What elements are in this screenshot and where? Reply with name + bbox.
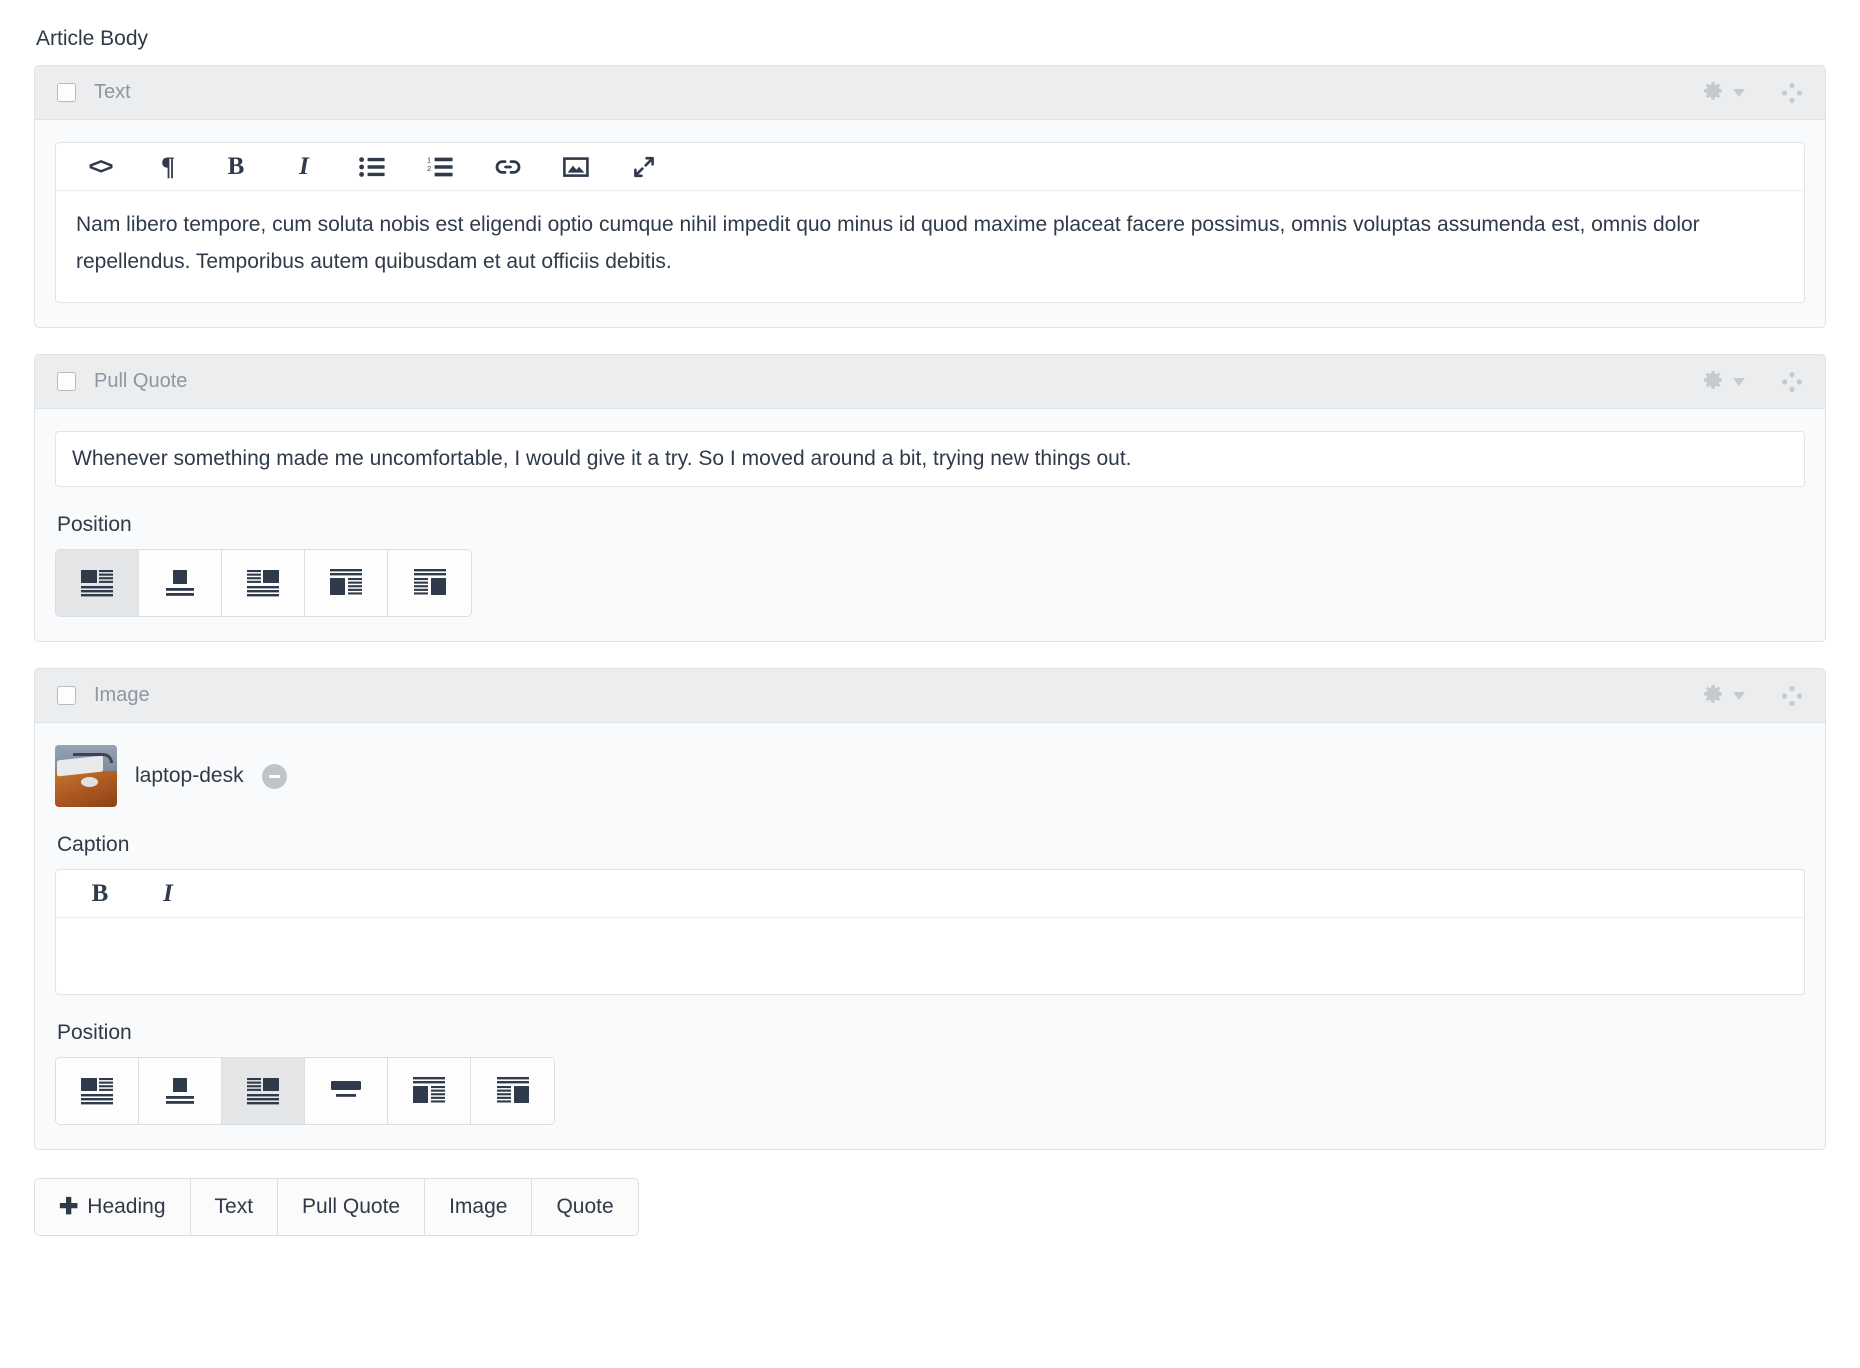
link-icon[interactable]	[474, 144, 542, 190]
block-pull-quote: Pull Quote Whenever something made me un…	[34, 354, 1826, 643]
gear-icon	[1700, 369, 1726, 395]
article-body-editor: Article Body Text <> ¶ B I 1 2 Nam liber…	[0, 0, 1860, 1237]
chevron-down-icon	[1733, 377, 1745, 386]
position-left-top-button[interactable]	[56, 1058, 139, 1125]
add-block-toolbar: ✚ Heading Text Pull Quote Image Quote	[34, 1178, 639, 1237]
chevron-down-icon	[1733, 88, 1745, 97]
rich-text-toolbar: <> ¶ B I 1 2	[56, 143, 1804, 192]
position-right-top-button[interactable]	[222, 1058, 305, 1125]
caption-label: Caption	[57, 833, 130, 857]
bold-icon[interactable]: B	[202, 144, 270, 190]
pull-quote-input[interactable]	[55, 431, 1805, 488]
position-left-top-button[interactable]	[56, 550, 139, 617]
expand-arrows-icon[interactable]	[610, 144, 678, 190]
page-title: Article Body	[36, 27, 149, 50]
block-title-label: Image	[94, 684, 150, 707]
position-label: Position	[57, 513, 132, 537]
drag-handle-icon[interactable]	[1779, 683, 1805, 709]
block-header-tools	[1700, 369, 1805, 395]
bullet-list-icon[interactable]	[338, 144, 406, 190]
block-header-pull-quote: Pull Quote	[35, 355, 1825, 410]
selected-image-row: laptop-desk	[55, 745, 1805, 808]
position-label: Position	[57, 1021, 132, 1045]
plus-icon: ✚	[59, 1192, 79, 1219]
block-select-checkbox[interactable]	[57, 372, 76, 392]
rich-text-editor: <> ¶ B I 1 2 Nam libero tempore, cum sol…	[55, 142, 1805, 304]
position-wrap-left-button[interactable]	[388, 1058, 471, 1125]
block-body-image: laptop-desk Caption B I Position	[35, 723, 1825, 1149]
italic-icon[interactable]: I	[270, 144, 338, 190]
block-header-image: Image	[35, 669, 1825, 724]
position-center-top-button[interactable]	[139, 550, 222, 617]
caption-editor: B I	[55, 869, 1805, 996]
chevron-down-icon	[1733, 691, 1745, 700]
rich-text-content[interactable]: Nam libero tempore, cum soluta nobis est…	[56, 191, 1804, 302]
svg-text:2: 2	[427, 164, 431, 173]
block-select-checkbox[interactable]	[57, 686, 76, 706]
caption-toolbar: B I	[56, 870, 1804, 919]
pull-quote-position-group	[55, 549, 472, 618]
add-text-button[interactable]: Text	[190, 1179, 279, 1236]
add-image-button[interactable]: Image	[425, 1179, 533, 1236]
position-full-width-button[interactable]	[305, 1058, 388, 1125]
position-wrap-left-button[interactable]	[305, 550, 388, 617]
numbered-list-icon[interactable]: 1 2	[406, 144, 474, 190]
position-right-top-button[interactable]	[222, 550, 305, 617]
block-select-checkbox[interactable]	[57, 83, 76, 103]
block-settings-button[interactable]	[1700, 369, 1745, 395]
block-title-label: Pull Quote	[94, 370, 188, 393]
add-heading-button[interactable]: ✚ Heading	[35, 1179, 191, 1236]
block-body-text: <> ¶ B I 1 2 Nam libero tempore, cum sol…	[35, 120, 1825, 327]
block-settings-button[interactable]	[1700, 683, 1745, 709]
image-position-group	[55, 1057, 555, 1126]
image-thumbnail[interactable]	[55, 745, 117, 808]
remove-image-icon[interactable]	[261, 763, 287, 789]
italic-icon[interactable]: I	[134, 871, 202, 917]
caption-content[interactable]	[56, 918, 1804, 994]
add-pull-quote-button[interactable]: Pull Quote	[278, 1179, 426, 1236]
position-wrap-right-button[interactable]	[388, 550, 471, 617]
block-header-tools	[1700, 683, 1805, 709]
gear-icon	[1700, 683, 1726, 709]
add-quote-button[interactable]: Quote	[532, 1179, 638, 1236]
gear-icon	[1700, 80, 1726, 106]
drag-handle-icon[interactable]	[1779, 80, 1805, 106]
paragraph-icon[interactable]: ¶	[134, 144, 202, 190]
code-icon[interactable]: <>	[66, 144, 134, 190]
add-heading-label: Heading	[87, 1195, 166, 1219]
position-wrap-right-button[interactable]	[471, 1058, 554, 1125]
position-center-top-button[interactable]	[139, 1058, 222, 1125]
block-text: Text <> ¶ B I 1 2 Nam libero tempore, cu…	[34, 65, 1826, 329]
block-header-tools	[1700, 80, 1805, 106]
block-header-text: Text	[35, 66, 1825, 121]
bold-icon[interactable]: B	[66, 871, 134, 917]
block-title-label: Text	[94, 81, 131, 104]
image-icon[interactable]	[542, 144, 610, 190]
block-image: Image laptop-desk Caption B I Position	[34, 668, 1826, 1151]
drag-handle-icon[interactable]	[1779, 369, 1805, 395]
block-body-pull-quote: Position	[35, 409, 1825, 641]
image-file-name: laptop-desk	[135, 764, 244, 788]
block-settings-button[interactable]	[1700, 80, 1745, 106]
